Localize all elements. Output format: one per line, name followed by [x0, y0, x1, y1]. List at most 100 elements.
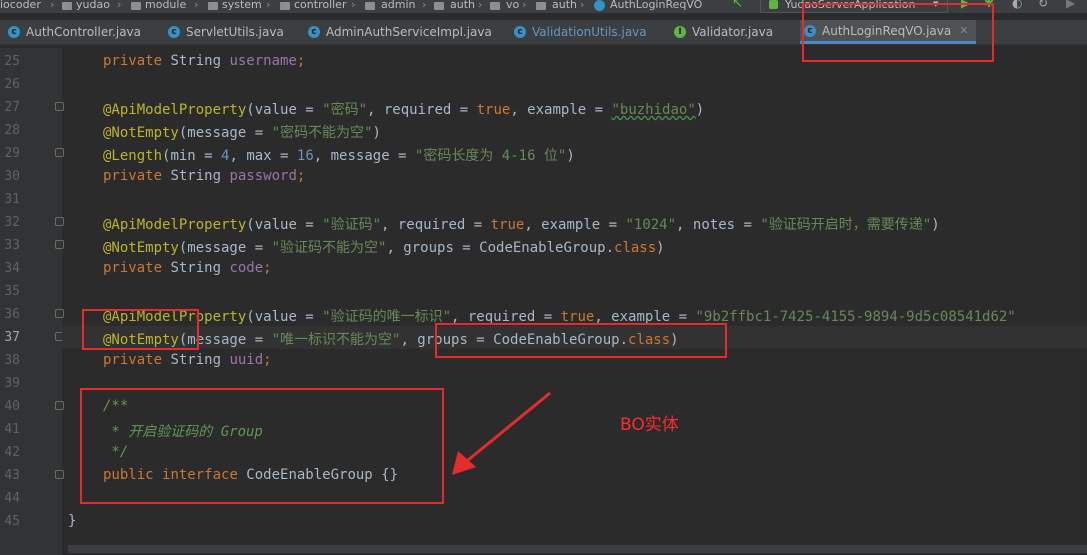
code-token: ) — [372, 125, 381, 141]
code-token: ) — [566, 148, 575, 164]
line-number: 25 — [4, 54, 20, 69]
line-number: 31 — [4, 192, 20, 207]
code-line-32[interactable]: @ApiModelProperty(value = "验证码", require… — [103, 214, 940, 234]
code-token: "密码" — [322, 102, 368, 118]
chevron-right-icon: › — [351, 0, 356, 11]
code-token: @ApiModelProperty — [103, 102, 247, 118]
code-token: (message = — [178, 125, 272, 141]
class-icon: c — [168, 26, 180, 38]
tab-validationutils[interactable]: c ValidationUtils.java — [514, 20, 647, 44]
code-token: String — [162, 168, 230, 184]
build-hammer-icon[interactable]: ↖ — [732, 0, 743, 10]
code-token: String — [162, 260, 230, 276]
code-token: ) — [656, 240, 665, 256]
chevron-right-icon: › — [522, 0, 527, 11]
chevron-right-icon: › — [117, 0, 122, 11]
code-line-27[interactable]: @ApiModelProperty(value = "密码", required… — [103, 99, 704, 119]
code-token: "9b2ffbc1-7425-4155-9894-9d5c08541d62" — [695, 309, 1016, 325]
line-number: 37 — [4, 330, 20, 345]
stop-icon[interactable]: ▶ — [1066, 0, 1075, 9]
fold-marker-icon[interactable] — [55, 217, 64, 226]
code-line-38[interactable]: private String uuid; — [103, 352, 272, 368]
folder-icon — [434, 2, 444, 10]
fold-marker-icon[interactable] — [55, 401, 64, 410]
highlight-box-notempty — [82, 309, 199, 350]
code-token: "验证码不能为空" — [271, 240, 387, 256]
folder-icon — [536, 2, 546, 10]
code-line-29[interactable]: @Length(min = 4, max = 16, message = "密码… — [103, 145, 575, 165]
code-token: ) — [931, 217, 940, 233]
tab-servletutils[interactable]: c ServletUtils.java — [168, 20, 284, 44]
line-number: 32 — [4, 215, 20, 230]
highlight-box-groups — [435, 323, 727, 358]
breadcrumb-item[interactable]: yudao — [76, 0, 110, 10]
chevron-right-icon: › — [580, 0, 585, 11]
code-token: (value = — [246, 217, 323, 233]
code-line-34[interactable]: private String code; — [103, 260, 272, 276]
breadcrumb-item[interactable]: controller — [294, 0, 346, 10]
breadcrumb-item[interactable]: auth — [450, 0, 475, 10]
line-number: 45 — [4, 514, 20, 529]
horizontal-scrollbar[interactable] — [68, 545, 1087, 553]
tab-adminauthserviceimpl[interactable]: c AdminAuthServiceImpl.java — [308, 20, 492, 44]
fold-marker-icon[interactable] — [55, 240, 64, 249]
breadcrumb-item[interactable]: vo — [506, 0, 519, 10]
line-number: 35 — [4, 284, 20, 299]
code-token: "唯一标识不能为空" — [271, 332, 401, 348]
code-token: , required = — [381, 217, 491, 233]
breadcrumb-item[interactable]: auth — [552, 0, 577, 10]
code-token: "密码长度为 4-16 位" — [414, 148, 567, 164]
folder-icon — [131, 2, 141, 10]
code-line-28[interactable]: @NotEmpty(message = "密码不能为空") — [103, 122, 381, 142]
code-line-45[interactable]: } — [68, 513, 76, 529]
code-token: , message = — [313, 148, 415, 164]
breadcrumb-item[interactable]: module — [145, 0, 186, 10]
folder-icon — [365, 2, 375, 10]
folder-icon — [490, 2, 500, 10]
code-line-33[interactable]: @NotEmpty(message = "验证码不能为空", groups = … — [103, 237, 665, 257]
code-line-25[interactable]: private String username; — [103, 53, 305, 69]
code-token: "buzhidao" — [611, 102, 696, 118]
tab-label: Validator.java — [692, 25, 774, 39]
code-token: , example = — [510, 102, 612, 118]
fold-marker-icon[interactable] — [55, 470, 64, 479]
code-token: "验证码开启时，需要传递" — [760, 217, 932, 233]
code-token: true — [490, 217, 525, 233]
code-token: "验证码" — [322, 217, 382, 233]
interface-icon: I — [674, 26, 686, 38]
code-line-30[interactable]: private String password; — [103, 168, 305, 184]
chevron-right-icon: › — [478, 0, 483, 11]
tab-authcontroller[interactable]: c AuthController.java — [8, 20, 141, 44]
line-number: 34 — [4, 261, 20, 276]
breadcrumb-item[interactable]: AuthLoginReqVO — [610, 0, 702, 10]
code-token: username — [229, 53, 297, 69]
code-token: private — [103, 352, 163, 368]
line-number: 27 — [4, 100, 20, 115]
profile-icon[interactable]: ↻ — [1038, 0, 1048, 9]
editor-gutter: 25 26 27 28 29 30 31 32 33 34 35 36 37 3… — [0, 48, 64, 555]
code-token: (message = — [178, 240, 272, 256]
line-number: 44 — [4, 491, 20, 506]
coverage-icon[interactable]: ◐ — [1012, 0, 1022, 9]
highlight-box-active-tab — [802, 3, 994, 62]
tab-label: AuthController.java — [26, 25, 142, 39]
code-token: String — [162, 53, 230, 69]
breadcrumb-item[interactable]: system — [222, 0, 262, 10]
code-token: class — [614, 240, 657, 256]
line-number: 42 — [4, 445, 20, 460]
code-token: 16 — [296, 148, 314, 164]
line-number: 30 — [4, 169, 20, 184]
fold-marker-icon[interactable] — [55, 102, 64, 111]
breadcrumb-item[interactable]: iocoder — [0, 0, 41, 10]
fold-marker-icon[interactable] — [55, 309, 64, 318]
tab-validator[interactable]: I Validator.java — [674, 20, 773, 44]
fold-marker-icon[interactable] — [55, 148, 64, 157]
folder-icon — [280, 2, 290, 10]
class-icon: c — [514, 26, 526, 38]
highlight-box-interface — [80, 388, 444, 504]
code-token: private — [103, 168, 163, 184]
class-icon — [594, 0, 605, 11]
breadcrumb-item[interactable]: admin — [381, 0, 415, 10]
line-number: 36 — [4, 307, 20, 322]
code-token: , example = — [524, 217, 626, 233]
